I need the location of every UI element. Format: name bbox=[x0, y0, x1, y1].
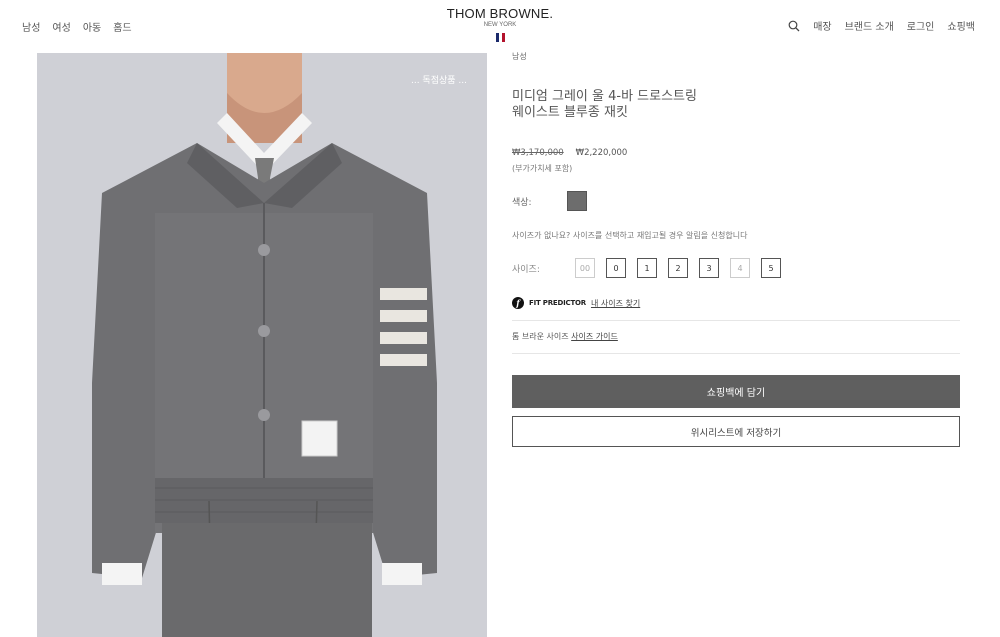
color-swatch[interactable] bbox=[566, 191, 587, 211]
price-row: ₩3,170,000 ₩2,220,000 bbox=[512, 148, 960, 158]
exclusive-tag: ... 독점상품 ... bbox=[410, 76, 467, 86]
size-option[interactable]: 0 bbox=[606, 258, 626, 278]
product-image[interactable]: ... 독점상품 ... bbox=[37, 53, 487, 637]
size-option[interactable]: 00 bbox=[575, 258, 595, 278]
breadcrumb[interactable]: 남성 bbox=[512, 51, 960, 62]
add-to-bag-button[interactable]: 쇼핑백에 담기 bbox=[512, 375, 960, 408]
size-option[interactable]: 2 bbox=[668, 258, 688, 278]
size-option[interactable]: 3 bbox=[699, 258, 719, 278]
fit-predictor-icon: f bbox=[512, 297, 524, 309]
size-options: 00 0 1 2 3 4 5 bbox=[575, 258, 781, 278]
jacket-illustration bbox=[92, 53, 437, 637]
color-row: 색상: bbox=[512, 191, 960, 211]
find-my-size-link[interactable]: 내 사이즈 찾기 bbox=[591, 298, 640, 309]
size-option[interactable]: 5 bbox=[761, 258, 781, 278]
size-guide-link[interactable]: 사이즈 가이드 bbox=[571, 332, 618, 341]
size-row: 사이즈: 00 0 1 2 3 4 5 bbox=[512, 258, 960, 278]
search-icon[interactable] bbox=[788, 20, 800, 32]
product-details: 남성 미디엄 그레이 울 4-바 드로스트링 웨이스트 블루종 재킷 ₩3,17… bbox=[512, 51, 960, 447]
fit-predictor-title: FIT PREDICTOR bbox=[529, 299, 586, 307]
size-guide-prefix: 톰 브라운 사이즈 bbox=[512, 332, 569, 341]
original-price: ₩3,170,000 bbox=[512, 148, 564, 158]
vat-note: (부가가치세 포함) bbox=[512, 164, 573, 173]
nav-bag[interactable]: 쇼핑백 bbox=[947, 18, 975, 33]
color-label: 색상: bbox=[512, 197, 532, 208]
fit-predictor: f FIT PREDICTOR 내 사이즈 찾기 bbox=[512, 297, 960, 309]
flag-icon bbox=[495, 33, 505, 42]
nav-about[interactable]: 브랜드 소개 bbox=[845, 18, 894, 33]
size-option[interactable]: 1 bbox=[637, 258, 657, 278]
product-title: 미디엄 그레이 울 4-바 드로스트링 웨이스트 블루종 재킷 bbox=[512, 89, 697, 120]
divider bbox=[512, 353, 960, 354]
size-option[interactable]: 4 bbox=[730, 258, 750, 278]
nav-stores[interactable]: 매장 bbox=[813, 18, 831, 33]
utility-nav: 매장 브랜드 소개 로그인 쇼핑백 bbox=[788, 18, 975, 33]
restock-note[interactable]: 사이즈가 없나요? 사이즈를 선택하고 재입고될 경우 알림을 신청합니다 bbox=[512, 230, 960, 241]
size-label: 사이즈: bbox=[512, 264, 540, 275]
size-guide-row: 톰 브라운 사이즈 사이즈 가이드 bbox=[512, 321, 960, 353]
sale-price: ₩2,220,000 bbox=[575, 148, 628, 158]
nav-login[interactable]: 로그인 bbox=[907, 18, 935, 33]
save-to-wishlist-button[interactable]: 위시리스트에 저장하기 bbox=[512, 416, 960, 447]
